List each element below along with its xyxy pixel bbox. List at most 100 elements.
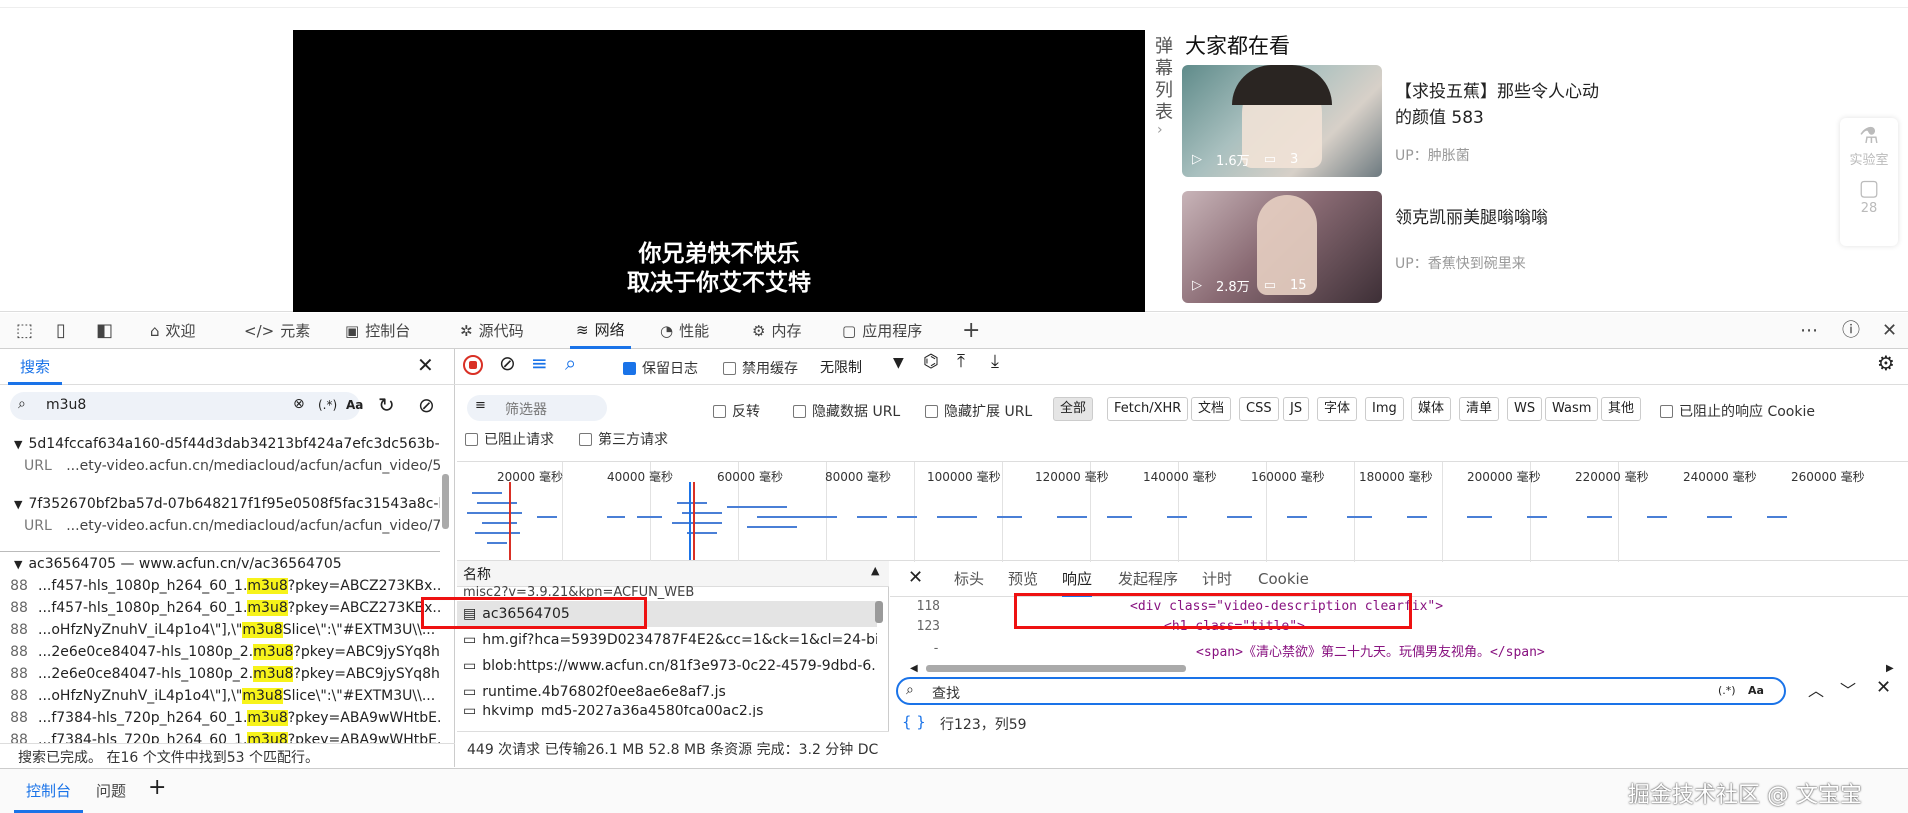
match-row[interactable]: 88 ...f457-hls_1080p_h264_60_1.m3u8?pkey=…	[0, 597, 440, 619]
scrollbar-thumb[interactable]	[442, 474, 449, 529]
type-filter-wasm[interactable]: Wasm	[1545, 397, 1599, 421]
result-group[interactable]: ▼ 7f352670bf2ba57d-07b648217f1f95e0508f5f…	[0, 493, 440, 515]
video-thumbnail[interactable]: ▷ 2.8万 ▭ 15	[1182, 191, 1382, 303]
match-row[interactable]: 88 ...oHfzNyZnuhV_iL4p1o4\"],\"m3u8Slice\…	[0, 685, 440, 707]
card-title[interactable]: 领克凯丽美腿嗡嗡嗡	[1395, 205, 1610, 231]
clear-icon[interactable]: ⊗	[293, 396, 305, 412]
upload-icon[interactable]: ⤒	[957, 351, 965, 372]
drawer-tab-console[interactable]: 控制台	[14, 769, 84, 813]
sidebar-toggle-icon[interactable]: ◧	[96, 313, 113, 349]
pretty-print-button[interactable]: { }	[902, 713, 926, 731]
device-toggle-icon[interactable]: ▯	[56, 313, 66, 349]
case-toggle[interactable]: Aa	[1748, 684, 1764, 697]
tab-preview[interactable]: 预览	[1008, 561, 1038, 597]
tab-performance[interactable]: ◔ 性能	[660, 313, 709, 349]
column-name[interactable]: 名称	[463, 564, 491, 584]
code-line[interactable]: <span>《清心禁欲》第二十九天。玩偶男友视角。</span>	[1196, 641, 1545, 660]
add-tab-icon[interactable]: +	[962, 313, 980, 349]
request-row[interactable]: ▭ hkvimp_md5-2027a36a4580fca00ac2.js	[457, 705, 877, 717]
card-uploader[interactable]: UP：香蕉快到碗里来	[1395, 253, 1526, 273]
tab-network[interactable]: ≋ 网络	[570, 313, 631, 349]
type-filter-other[interactable]: 其他	[1601, 397, 1642, 421]
type-filter-manifest[interactable]: 清单	[1459, 397, 1500, 421]
tab-cookies[interactable]: Cookie	[1258, 561, 1309, 597]
inspect-icon[interactable]: ⬚	[16, 313, 33, 349]
result-url[interactable]: URL ...ety-video.acfun.cn/mediacloud/acf…	[0, 455, 440, 477]
type-filter-media[interactable]: 媒体	[1411, 397, 1452, 421]
add-tab-icon[interactable]: +	[148, 775, 166, 800]
blocked-cookies-checkbox[interactable]: 已阻止的响应 Cookie	[1660, 401, 1815, 421]
network-conditions-icon[interactable]: ⌬	[923, 351, 939, 372]
recommend-card[interactable]: ▷ 1.6万 ▭ 3 【求投五蕉】那些令人心动的颜值 583 UP：肿胀菌	[1182, 65, 1602, 177]
tab-response[interactable]: 响应	[1062, 561, 1093, 597]
match-row[interactable]: 88 ...f7384-hls_720p_h264_60_1.m3u8?pkey=…	[0, 707, 440, 729]
throttle-select[interactable]: 无限制	[820, 357, 862, 377]
match-row[interactable]: 88 ...2e6e0ce84047-hls_1080p_2.m3u8?pkey=…	[0, 641, 440, 663]
clear-icon[interactable]: ⊘	[499, 351, 516, 375]
match-row[interactable]: 88 ...f7384-hls_720p_h264_60_1.m3u8?pkey=…	[0, 729, 440, 743]
scrollbar-thumb[interactable]	[875, 601, 883, 623]
disable-cache-checkbox[interactable]: 禁用缓存	[723, 358, 798, 378]
match-row[interactable]: 88 ...2e6e0ce84047-hls_1080p_2.m3u8?pkey=…	[0, 663, 440, 685]
drawer-tab-issues[interactable]: 问题	[96, 769, 126, 813]
tab-headers[interactable]: 标头	[954, 561, 984, 597]
tab-application[interactable]: ▢ 应用程序	[842, 313, 922, 349]
chevron-right-icon[interactable]: ›	[1157, 122, 1163, 138]
match-row[interactable]: 88 ...oHfzNyZnuhV_iL4p1o4\"],\"m3u8Slice\…	[0, 619, 440, 641]
request-row[interactable]: ▭ blob:https://www.acfun.cn/81f3e973-0c22…	[457, 653, 877, 679]
help-icon[interactable]: ⓘ	[1842, 313, 1860, 349]
type-filter-xhr[interactable]: Fetch/XHR	[1107, 397, 1189, 421]
tab-sources[interactable]: ✲ 源代码	[460, 313, 524, 349]
search-icon[interactable]: ⌕	[565, 351, 576, 375]
chat-icon[interactable]: ▢	[1840, 176, 1898, 201]
preserve-log-checkbox[interactable]: 保留日志	[623, 358, 698, 378]
filter-icon[interactable]: ≡	[531, 351, 548, 375]
type-filter-css[interactable]: CSS	[1239, 397, 1279, 421]
network-overview-timeline[interactable]: 20000 毫秒 40000 毫秒 60000 毫秒 80000 毫秒 1000…	[457, 461, 1908, 562]
regex-toggle[interactable]: (.*)	[1718, 684, 1736, 697]
tab-search[interactable]: 搜索	[8, 349, 63, 385]
invert-checkbox[interactable]: 反转	[713, 401, 760, 421]
type-filter-js[interactable]: JS	[1283, 397, 1310, 421]
third-party-checkbox[interactable]: 第三方请求	[579, 429, 668, 449]
request-row[interactable]: ▭ hm.gif?hca=5939D0234787F4E2&cc=1&ck=1&c…	[457, 627, 877, 653]
chevron-down-icon[interactable]: ▼	[893, 355, 904, 371]
refresh-icon[interactable]: ↻	[378, 393, 395, 417]
request-row[interactable]: ▭ runtime.4b76802f0ee8ae6e8af7.js	[457, 679, 877, 705]
side-lab-label[interactable]: 实验室	[1840, 149, 1898, 168]
blocked-requests-checkbox[interactable]: 已阻止请求	[465, 429, 554, 449]
close-icon[interactable]: ✕	[1876, 677, 1891, 698]
download-icon[interactable]: ⤓	[991, 351, 999, 372]
search-input[interactable]: ⌕ m3u8 ⊗ (.*) Aa	[10, 392, 363, 420]
tab-console[interactable]: ▣ 控制台	[345, 313, 410, 349]
close-icon[interactable]: ✕	[908, 567, 923, 588]
close-icon[interactable]: ✕	[417, 353, 434, 377]
type-filter-img[interactable]: Img	[1365, 397, 1404, 421]
clear-results-icon[interactable]: ⊘	[418, 393, 435, 417]
tab-welcome[interactable]: ⌂ 欢迎	[150, 313, 196, 349]
result-url[interactable]: URL ...ety-video.acfun.cn/mediacloud/acf…	[0, 515, 440, 537]
tab-elements[interactable]: </> 元素	[244, 313, 310, 349]
chevron-up-icon[interactable]: ︿	[1808, 677, 1824, 701]
chevron-down-icon[interactable]: ﹀	[1840, 677, 1856, 701]
horizontal-scrollbar[interactable]: ◀ ▶	[910, 663, 1900, 674]
hide-ext-url-checkbox[interactable]: 隐藏扩展 URL	[925, 401, 1032, 421]
danmu-list-toggle[interactable]: 弹 幕 列 表	[1150, 36, 1178, 124]
card-title[interactable]: 【求投五蕉】那些令人心动的颜值 583	[1395, 79, 1610, 131]
close-devtools-icon[interactable]: ✕	[1882, 313, 1897, 349]
video-player[interactable]: 你兄弟快不快乐 取决于你艾不艾特	[293, 30, 1145, 312]
match-row[interactable]: 88 ...f457-hls_1080p_h264_60_1.m3u8?pkey=…	[0, 575, 440, 597]
type-filter-all[interactable]: 全部	[1053, 397, 1094, 421]
more-icon[interactable]: ⋯	[1800, 313, 1818, 349]
recommend-card[interactable]: ▷ 2.8万 ▭ 15 领克凯丽美腿嗡嗡嗡 UP：香蕉快到碗里来	[1182, 191, 1602, 303]
record-icon[interactable]	[463, 355, 483, 375]
result-group[interactable]: ▼ 5d14fccaf634a160-d5f44d3dab34213bf424a7…	[0, 433, 440, 455]
settings-gear-icon[interactable]: ⚙	[1877, 351, 1895, 375]
card-uploader[interactable]: UP：肿胀菌	[1395, 145, 1470, 165]
case-toggle[interactable]: Aa	[346, 398, 363, 412]
file-group[interactable]: ▼ ac36564705 — www.acfun.cn/v/ac36564705	[0, 553, 440, 575]
type-filter-doc[interactable]: 文档	[1191, 397, 1232, 421]
tab-memory[interactable]: ⚙ 内存	[752, 313, 801, 349]
video-thumbnail[interactable]: ▷ 1.6万 ▭ 3	[1182, 65, 1382, 177]
filter-input[interactable]: ≡ 筛选器	[467, 395, 607, 421]
